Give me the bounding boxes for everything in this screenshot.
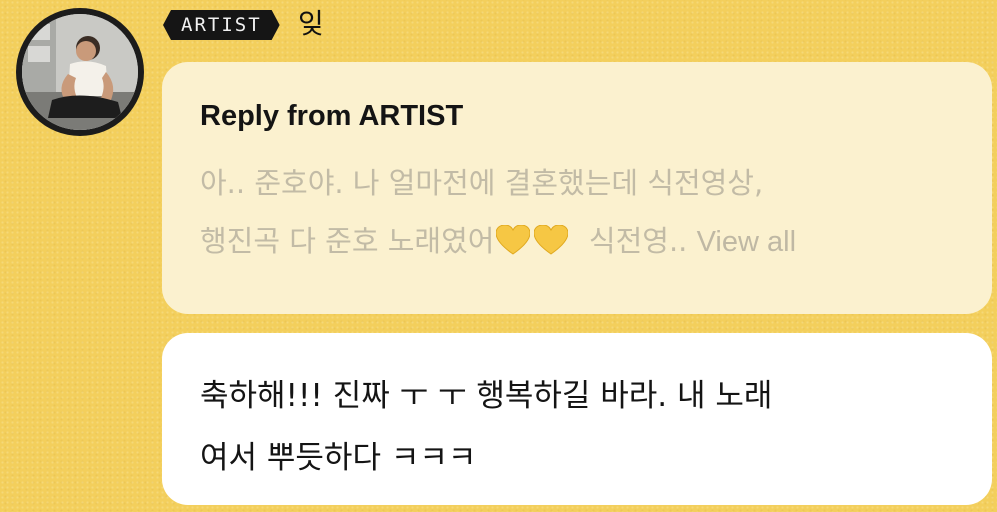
artist-avatar[interactable]	[16, 8, 144, 136]
reply-preview-text: 아.. 준호야. 나 얼마전에 결혼했는데 식전영상, 행진곡 다 준호 노래였…	[200, 154, 962, 271]
avatar-image-icon	[22, 14, 138, 130]
artist-badge: ARTIST	[163, 10, 280, 40]
yellow-heart-icon	[496, 225, 531, 255]
message-line-1: 축하해!!! 진짜 ㅜ ㅜ 행복하길 바라. 내 노래	[200, 378, 773, 414]
message-text: 축하해!!! 진짜 ㅜ ㅜ 행복하길 바라. 내 노래 여서 뿌듯하다 ㅋㅋㅋ	[200, 365, 962, 489]
yellow-heart-icon	[534, 225, 569, 255]
reply-line-1: 아.. 준호야. 나 얼마전에 결혼했는데 식전영상,	[200, 166, 764, 200]
artist-name: 잊	[298, 7, 324, 40]
reply-line-2-start: 행진곡 다 준호 노래였어	[200, 224, 495, 258]
reply-line-2-end: 식전영..	[570, 224, 688, 258]
message-line-2: 여서 뿌듯하다 ㅋㅋㅋ	[200, 440, 477, 476]
view-all-link[interactable]: View all	[697, 226, 796, 258]
message-bubble[interactable]: 축하해!!! 진짜 ㅜ ㅜ 행복하길 바라. 내 노래 여서 뿌듯하다 ㅋㅋㅋ	[162, 333, 992, 505]
artist-reply-bubble[interactable]: Reply from ARTIST 아.. 준호야. 나 얼마전에 결혼했는데 …	[162, 62, 992, 314]
avatar-photo	[22, 14, 138, 130]
reply-line-2: 행진곡 다 준호 노래였어 식전영.. View all	[200, 212, 962, 271]
reply-title: Reply from ARTIST	[200, 100, 464, 132]
